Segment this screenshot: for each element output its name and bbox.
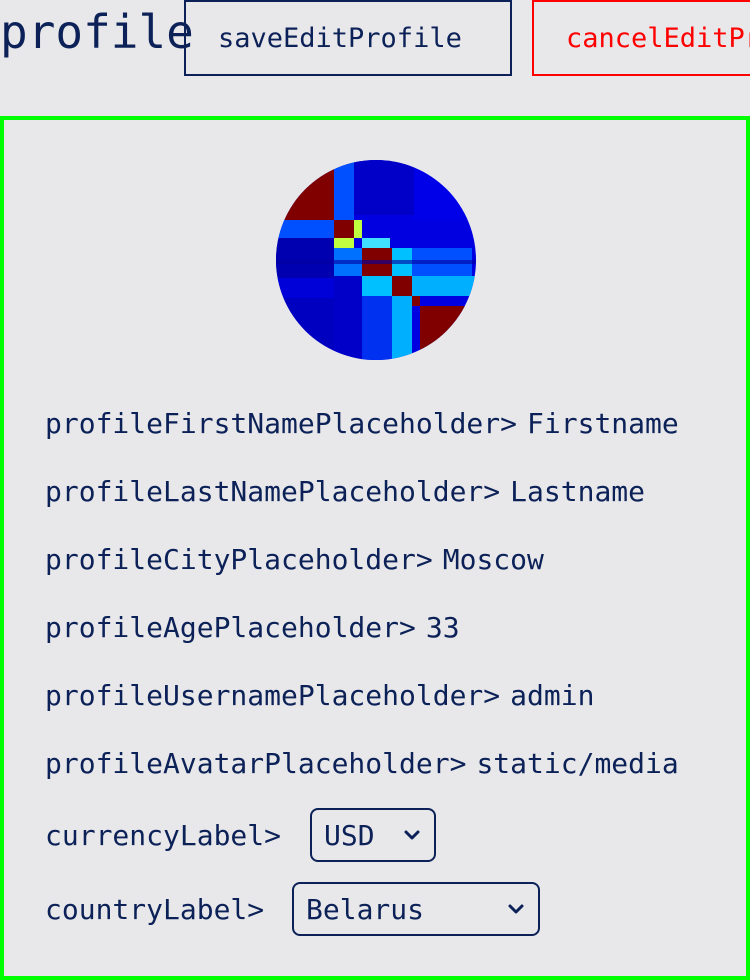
username-value[interactable]: admin xyxy=(510,679,594,712)
username-field[interactable]: profileUsernamePlaceholder> admin xyxy=(45,679,594,713)
page-title: profile xyxy=(0,5,194,59)
city-field[interactable]: profileCityPlaceholder> Moscow xyxy=(45,543,544,577)
city-value[interactable]: Moscow xyxy=(443,543,544,576)
currency-select[interactable]: USD xyxy=(310,808,436,862)
username-label: profileUsernamePlaceholder> xyxy=(45,679,501,712)
avatar-image-icon xyxy=(276,160,476,360)
currency-selected-value: USD xyxy=(324,818,375,852)
age-field[interactable]: profileAgePlaceholder> 33 xyxy=(45,611,460,645)
last-name-field[interactable]: profileLastNamePlaceholder> Lastname xyxy=(45,475,645,509)
currency-label: currencyLabel> xyxy=(45,819,282,852)
country-select[interactable]: Belarus xyxy=(292,882,540,936)
cancel-edit-profile-button[interactable]: cancelEditProfile xyxy=(532,0,750,76)
avatar-path-value[interactable]: static/media xyxy=(476,747,678,780)
country-selected-value: Belarus xyxy=(306,892,425,926)
avatar xyxy=(276,160,476,360)
chevron-down-icon xyxy=(404,830,420,840)
age-label: profileAgePlaceholder> xyxy=(45,611,416,644)
avatar-path-label: profileAvatarPlaceholder> xyxy=(45,747,467,780)
age-value[interactable]: 33 xyxy=(426,611,460,644)
chevron-down-icon xyxy=(508,904,524,914)
first-name-label: profileFirstNamePlaceholder> xyxy=(45,407,518,440)
city-label: profileCityPlaceholder> xyxy=(45,543,433,576)
last-name-value[interactable]: Lastname xyxy=(510,475,645,508)
country-label: countryLabel> xyxy=(45,893,265,926)
last-name-label: profileLastNamePlaceholder> xyxy=(45,475,501,508)
save-edit-profile-button[interactable]: saveEditProfile xyxy=(184,0,512,76)
first-name-field[interactable]: profileFirstNamePlaceholder> Firstname xyxy=(45,407,679,441)
first-name-value[interactable]: Firstname xyxy=(527,407,679,440)
avatar-path-field[interactable]: profileAvatarPlaceholder> static/media xyxy=(45,747,679,781)
